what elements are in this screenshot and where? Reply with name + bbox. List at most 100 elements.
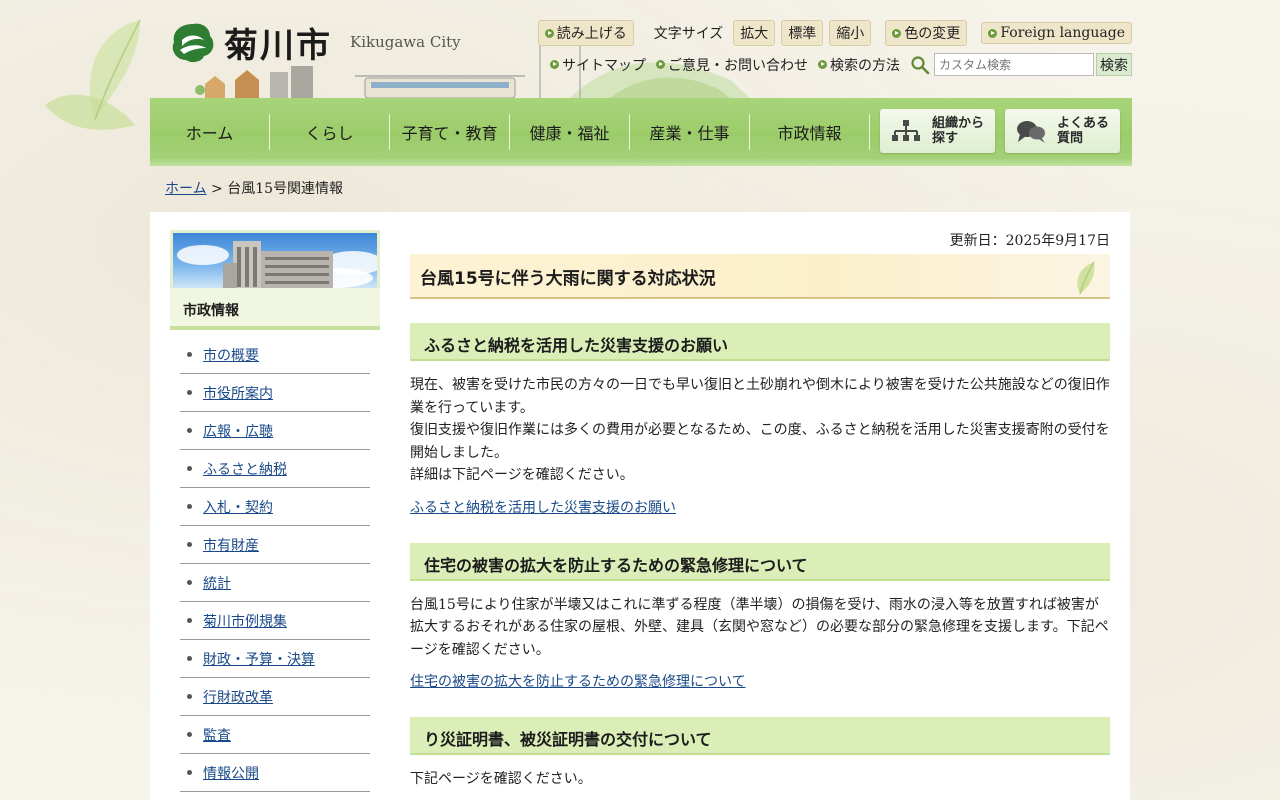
- search-icon: [911, 55, 930, 74]
- arrow-icon: [818, 60, 827, 69]
- sidebar-item: 広報・広聴: [180, 412, 370, 450]
- city-hall-illustration: [177, 241, 377, 288]
- sidebar-link-city-hall-guide[interactable]: 市役所案内: [203, 383, 273, 403]
- sidebar-item: 財政・予算・決算: [180, 640, 370, 678]
- sidebar-item: 入札・契約: [180, 488, 370, 526]
- org-search-label: 組織から 探す: [932, 116, 985, 146]
- org-search-button[interactable]: 組織から 探す: [880, 109, 995, 153]
- section-heading-disaster-certificate: り災証明書、被災証明書の交付について: [410, 717, 1110, 755]
- sidebar-list: 市の概要 市役所案内 広報・広聴 ふるさと納税 入札・契約 市有財産 統計 菊川…: [170, 336, 380, 792]
- sidebar-item: 行財政改革: [180, 678, 370, 716]
- content-panel: 市政情報 市の概要 市役所案内 広報・広聴 ふるさと納税 入札・契約 市有財産 …: [150, 212, 1130, 800]
- bullet-icon: [187, 428, 192, 433]
- sidebar-link-city-property[interactable]: 市有財産: [203, 535, 259, 555]
- arrow-icon: [544, 28, 554, 38]
- font-larger-button[interactable]: 拡大: [733, 20, 776, 46]
- sidebar-link-bidding[interactable]: 入札・契約: [203, 497, 273, 517]
- sidebar-link-furusato-tax[interactable]: ふるさと納税: [203, 459, 287, 479]
- sitemap-link[interactable]: サイトマップ: [550, 55, 646, 75]
- nav-childcare-education[interactable]: 子育て・教育: [390, 114, 510, 150]
- search-input[interactable]: [934, 53, 1094, 76]
- bullet-icon: [187, 618, 192, 623]
- contact-label: ご意見・お問い合わせ: [668, 57, 808, 74]
- bullet-icon: [187, 580, 192, 585]
- search-method-link[interactable]: 検索の方法: [818, 55, 900, 75]
- paragraph: 復旧支援や復旧作業には多くの費用が必要となるため、この度、ふるさと納税を活用した…: [410, 422, 1110, 461]
- sidebar-link-public-relations[interactable]: 広報・広聴: [203, 421, 273, 441]
- emergency-repair-link[interactable]: 住宅の被害の拡大を防止するための緊急修理について: [410, 674, 746, 690]
- arrow-icon: [550, 60, 559, 69]
- sidebar-link-statistics[interactable]: 統計: [203, 573, 231, 593]
- nav-city-admin[interactable]: 市政情報: [750, 114, 870, 150]
- sidebar: 市政情報 市の概要 市役所案内 広報・広聴 ふるさと納税 入札・契約 市有財産 …: [170, 230, 380, 792]
- sidebar-item: 市の概要: [180, 336, 370, 374]
- sidebar-item: ふるさと納税: [180, 450, 370, 488]
- sidebar-link-ordinances[interactable]: 菊川市例規集: [203, 611, 287, 631]
- paragraph: 詳細は下記ページを確認ください。: [410, 467, 634, 483]
- breadcrumb: ホーム > 台風15号関連情報: [165, 178, 343, 198]
- utility-links: サイトマップ ご意見・お問い合わせ 検索の方法 検索: [550, 53, 1132, 76]
- bullet-icon: [187, 694, 192, 699]
- sidebar-item: 情報公開: [180, 754, 370, 792]
- contact-link[interactable]: ご意見・お問い合わせ: [656, 55, 808, 75]
- site-header: 菊川市 Kikugawa City 読み上げる 文字サイズ 拡大 標準 縮小 色…: [150, 0, 1132, 98]
- color-change-label: 色の変更: [904, 26, 961, 42]
- section-heading-furusato: ふるさと納税を活用した災害支援のお願い: [410, 323, 1110, 361]
- nav-industry-work[interactable]: 産業・仕事: [630, 114, 750, 150]
- font-smaller-button[interactable]: 縮小: [829, 20, 872, 46]
- faq-button[interactable]: よくある 質問: [1005, 109, 1120, 153]
- updated-date: 更新日：2025年9月17日: [949, 233, 1110, 249]
- bullet-icon: [187, 504, 192, 509]
- utility-bar: 読み上げる 文字サイズ 拡大 標準 縮小 色の変更 Foreign langua…: [537, 20, 1132, 46]
- section-body-emergency-repair: 台風15号により住家が半壊又はこれに準ずる程度（準半壊）の損傷を受け、雨水の浸入…: [410, 594, 1110, 662]
- sidebar-item: 菊川市例規集: [180, 602, 370, 640]
- furusato-support-link[interactable]: ふるさと納税を活用した災害支援のお願い: [410, 500, 676, 516]
- logo-english-name: Kikugawa City: [350, 33, 461, 51]
- sidebar-link-city-overview[interactable]: 市の概要: [203, 345, 259, 365]
- arrow-icon: [656, 60, 665, 69]
- breadcrumb-current: 台風15号関連情報: [227, 181, 344, 197]
- foreign-language-label: Foreign language: [1000, 25, 1125, 41]
- page-title-text: 台風15号に伴う大雨に関する対応状況: [420, 269, 716, 289]
- section-heading-emergency-repair: 住宅の被害の拡大を防止するための緊急修理について: [410, 542, 1110, 581]
- color-change-button[interactable]: 色の変更: [885, 20, 968, 46]
- sidebar-item: 統計: [180, 564, 370, 602]
- nav-health-welfare[interactable]: 健康・福祉: [510, 114, 630, 150]
- bullet-icon: [187, 542, 192, 547]
- sidebar-item: 市役所案内: [180, 374, 370, 412]
- read-aloud-button[interactable]: 読み上げる: [537, 20, 634, 46]
- font-standard-button[interactable]: 標準: [781, 20, 824, 46]
- sidebar-link-admin-reform[interactable]: 行財政改革: [203, 687, 273, 707]
- search-method-label: 検索の方法: [830, 57, 900, 74]
- bullet-icon: [187, 732, 192, 737]
- sidebar-title: 市政情報: [170, 288, 380, 330]
- nav-home[interactable]: ホーム: [150, 114, 270, 150]
- section-body-disaster-certificate: 下記ページを確認ください。: [410, 768, 1110, 791]
- arrow-icon: [892, 28, 902, 38]
- sidebar-item: 監査: [180, 716, 370, 754]
- foreign-language-button[interactable]: Foreign language: [981, 22, 1132, 44]
- org-chart-icon: [892, 120, 920, 141]
- paragraph: 下記ページを確認ください。: [410, 771, 592, 787]
- breadcrumb-separator: >: [211, 181, 223, 197]
- faq-label: よくある 質問: [1057, 116, 1110, 146]
- sidebar-item: 市有財産: [180, 526, 370, 564]
- leaf-icon: [1077, 261, 1095, 295]
- nav-living[interactable]: くらし: [270, 114, 390, 150]
- bullet-icon: [187, 352, 192, 357]
- sidebar-link-audit[interactable]: 監査: [203, 725, 231, 745]
- read-aloud-label: 読み上げる: [556, 26, 627, 42]
- kikugawa-logo-icon: [172, 23, 214, 62]
- sidebar-link-finance-budget[interactable]: 財政・予算・決算: [203, 649, 315, 669]
- bullet-icon: [187, 466, 192, 471]
- bullet-icon: [187, 656, 192, 661]
- sidebar-link-info-disclosure[interactable]: 情報公開: [203, 763, 259, 783]
- section-body-furusato: 現在、被害を受けた市民の方々の一日でも早い復旧と土砂崩れや倒木により被害を受けた…: [410, 374, 1110, 487]
- search-button[interactable]: 検索: [1096, 53, 1132, 76]
- font-size-label: 文字サイズ: [653, 26, 724, 42]
- main-content: 更新日：2025年9月17日 台風15号に伴う大雨に関する対応状況 ふるさと納税…: [410, 230, 1110, 791]
- global-nav: ホーム くらし 子育て・教育 健康・福祉 産業・仕事 市政情報 組織から 探す よ…: [150, 98, 1132, 166]
- tea-leaf-decoration: [45, 19, 141, 130]
- bullet-icon: [187, 390, 192, 395]
- breadcrumb-home-link[interactable]: ホーム: [165, 181, 207, 197]
